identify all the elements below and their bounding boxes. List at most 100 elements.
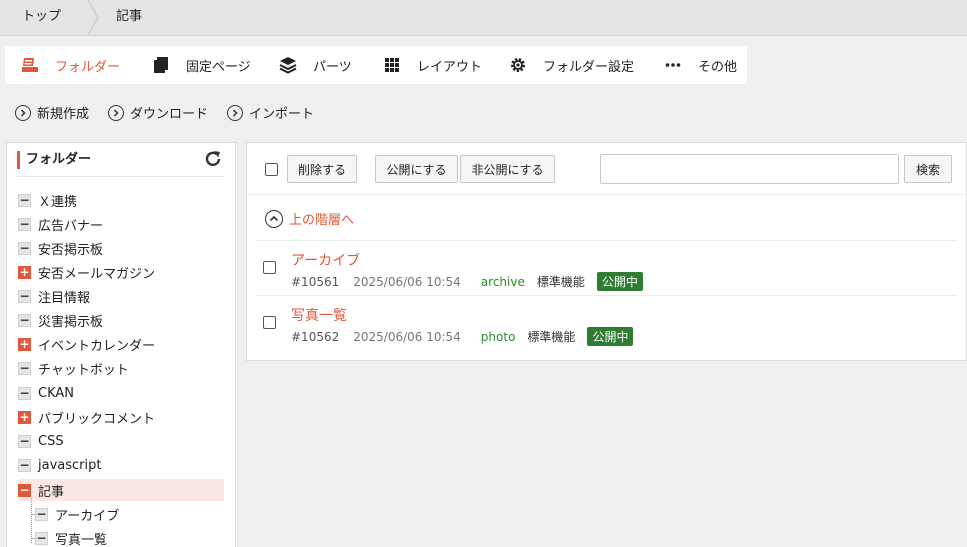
pages-icon (152, 56, 170, 74)
status-badge: 公開中 (587, 327, 634, 346)
sidebar-item-label: 記事 (38, 484, 65, 500)
sidebar-title: フォルダー (17, 151, 91, 169)
sidebar-item-css[interactable]: − CSS (18, 430, 224, 452)
folder-icon (21, 56, 39, 74)
expand-icon[interactable]: + (18, 265, 31, 279)
tab-layout-label: レイアウト (417, 59, 483, 75)
item-title-link[interactable]: 写真一覧 (291, 305, 347, 325)
tab-layout[interactable]: レイアウト (383, 46, 482, 84)
tab-folder-settings-label: フォルダー設定 (543, 59, 635, 75)
sidebar-item-x-integration[interactable]: − Ｘ連携 (18, 189, 224, 211)
item-date: 2025/06/06 10:54 (353, 274, 461, 289)
list-toolbar: 削除する 公開にする 非公開にする 検索 (247, 143, 966, 195)
sidebar-item-label: javascript (38, 457, 102, 473)
collapse-icon[interactable]: − (18, 241, 31, 255)
sidebar-item-label: 広告バナー (38, 218, 104, 234)
search-input[interactable] (600, 154, 899, 184)
sidebar-item-featured[interactable]: − 注目情報 (18, 285, 224, 307)
select-all-checkbox[interactable] (265, 163, 278, 176)
expand-icon[interactable]: + (18, 410, 31, 424)
sidebar-item-chatbot[interactable]: − チャットボット (18, 357, 224, 379)
collapse-icon[interactable]: − (18, 313, 31, 327)
tab-fixed-pages-label: 固定ページ (186, 59, 251, 75)
row-checkbox[interactable] (263, 261, 276, 274)
sidebar-item-label: 安否メールマガジン (38, 266, 156, 282)
item-type: 標準機能 (527, 330, 576, 344)
sidebar-item-label: 写真一覧 (55, 532, 108, 547)
sidebar-item-articles[interactable]: − 記事 (18, 479, 224, 501)
sidebar-item-label: CSS (38, 433, 64, 449)
tab-folder-label: フォルダー (55, 59, 121, 75)
sidebar-item-ckan[interactable]: − CKAN (18, 382, 224, 404)
breadcrumb-current: 記事 (116, 9, 143, 24)
search-button[interactable]: 検索 (904, 155, 952, 183)
breadcrumb: トップ 記事 (0, 0, 967, 36)
sidebar-item-javascript[interactable]: − javascript (18, 454, 224, 476)
download-button[interactable]: ダウンロード (108, 103, 208, 122)
collapse-icon[interactable]: − (18, 217, 31, 231)
tree-connector (31, 498, 32, 543)
tab-parts-label: パーツ (313, 59, 352, 75)
row-checkbox[interactable] (263, 316, 276, 329)
item-meta: #10561 2025/06/06 10:54 archive 標準機能 公開中 (291, 272, 643, 291)
chevron-right-circle-icon (227, 104, 243, 121)
expand-icon[interactable]: + (18, 337, 31, 351)
list-item: 写真一覧 #10562 2025/06/06 10:54 photo 標準機能 … (257, 296, 957, 351)
collapse-icon[interactable]: − (18, 386, 31, 400)
tab-fixed-pages[interactable]: 固定ページ (152, 46, 251, 84)
tab-folder[interactable]: フォルダー (21, 46, 120, 84)
top-nav: フォルダー 固定ページ パーツ レイアウト フォルダー設定 その他 (5, 46, 747, 84)
collapse-icon[interactable]: − (35, 507, 48, 521)
sidebar-item-photo-list[interactable]: − 写真一覧 (35, 527, 215, 547)
sidebar-item-label: CKAN (38, 385, 74, 401)
list-item: アーカイブ #10561 2025/06/06 10:54 archive 標準… (257, 241, 957, 296)
item-type: 標準機能 (536, 275, 585, 289)
breadcrumb-home[interactable]: トップ (22, 0, 61, 35)
refresh-icon[interactable] (203, 149, 223, 169)
collapse-icon[interactable]: − (18, 434, 31, 448)
create-button[interactable]: 新規作成 (15, 103, 89, 122)
parent-folder-label: 上の階層へ (289, 213, 355, 228)
sidebar-item-public-comment[interactable]: + パブリックコメント (18, 406, 224, 428)
sidebar-item-label: イベントカレンダー (38, 338, 156, 354)
delete-button[interactable]: 削除する (287, 155, 357, 183)
collapse-icon[interactable]: − (35, 531, 48, 545)
layers-icon (279, 56, 297, 74)
collapse-icon[interactable]: − (18, 289, 31, 303)
more-icon (664, 56, 682, 74)
tab-other[interactable]: その他 (664, 46, 737, 84)
collapse-icon[interactable]: − (18, 193, 31, 207)
grid-icon (383, 56, 401, 74)
gear-icon (509, 56, 527, 74)
collapse-icon[interactable]: − (18, 458, 31, 472)
item-meta: #10562 2025/06/06 10:54 photo 標準機能 公開中 (291, 327, 634, 346)
item-id: #10561 (291, 274, 340, 289)
item-date: 2025/06/06 10:54 (353, 329, 461, 344)
chevron-right-circle-icon (108, 104, 124, 121)
chevron-right-icon (87, 0, 99, 35)
collapse-icon[interactable]: − (18, 361, 31, 375)
sidebar-item-safety-board[interactable]: − 安否掲示板 (18, 237, 224, 259)
publish-button[interactable]: 公開にする (375, 155, 458, 183)
item-title-link[interactable]: アーカイブ (291, 250, 360, 270)
status-badge: 公開中 (596, 272, 643, 291)
folder-sidebar: フォルダー − Ｘ連携 − 広告バナー − 安否掲示板 + 安否メールマガジン − 注目情… (6, 142, 236, 547)
unpublish-button[interactable]: 非公開にする (460, 155, 555, 183)
sidebar-item-safety-mail[interactable]: + 安否メールマガジン (18, 261, 224, 283)
sidebar-item-event-calendar[interactable]: + イベントカレンダー (18, 333, 224, 355)
item-path: archive (480, 274, 525, 289)
import-label: インポート (249, 107, 315, 122)
sidebar-item-label: アーカイブ (55, 508, 120, 524)
download-label: ダウンロード (130, 107, 209, 122)
parent-folder-link[interactable]: 上の階層へ (257, 197, 957, 241)
folder-list-panel: 削除する 公開にする 非公開にする 検索 上の階層へ アーカイブ #10561 … (246, 142, 967, 361)
sidebar-item-archive[interactable]: − アーカイブ (35, 503, 215, 525)
tab-folder-settings[interactable]: フォルダー設定 (509, 46, 634, 84)
sidebar-item-disaster-board[interactable]: − 災害掲示板 (18, 309, 224, 331)
tab-parts[interactable]: パーツ (279, 46, 352, 84)
import-button[interactable]: インポート (227, 103, 314, 122)
sidebar-item-ad-banner[interactable]: − 広告バナー (18, 213, 224, 235)
create-label: 新規作成 (37, 107, 90, 122)
sidebar-item-label: 注目情報 (38, 290, 91, 306)
collapse-icon[interactable]: − (18, 483, 31, 497)
